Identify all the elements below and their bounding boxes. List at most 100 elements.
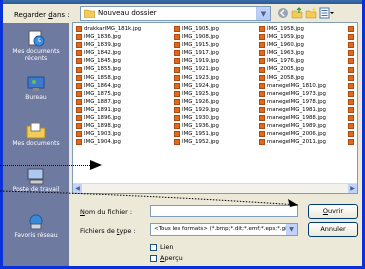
list-item[interactable]: IMG_1915.jpg bbox=[174, 41, 219, 49]
list-item[interactable]: IMG_1929.jpg bbox=[174, 106, 219, 114]
place-label: Mes documents récents bbox=[12, 48, 60, 62]
file-column-1: drakkarIMG_181k.jpg IMG_1836.jpg IMG_183… bbox=[76, 25, 141, 146]
place-network[interactable]: Favoris réseau bbox=[3, 213, 69, 239]
place-my-documents[interactable]: Mes documents bbox=[3, 121, 69, 147]
file-list[interactable]: drakkarIMG_181k.jpg IMG_1836.jpg IMG_183… bbox=[72, 22, 358, 194]
list-item[interactable]: IMG_1908.jpg bbox=[174, 33, 219, 41]
list-item[interactable]: IMG_1936.jpg bbox=[174, 122, 219, 130]
jpeg-file-icon bbox=[174, 98, 180, 105]
my-documents-icon bbox=[26, 122, 46, 139]
recent-documents-icon bbox=[28, 30, 45, 47]
chevron-down-icon[interactable]: ▼ bbox=[256, 7, 270, 20]
list-item[interactable]: IMG_1842.jpg bbox=[76, 49, 141, 57]
jpeg-file-icon bbox=[348, 50, 354, 57]
jpeg-file-icon bbox=[76, 90, 82, 97]
list-item[interactable]: IMG_1898.jpg bbox=[76, 122, 141, 130]
jpeg-file-icon bbox=[348, 115, 354, 122]
list-item[interactable]: IMG_1887.jpg bbox=[76, 98, 141, 106]
link-checkbox[interactable]: Lien bbox=[150, 243, 174, 251]
list-item[interactable]: IMG_1919.jpg bbox=[174, 57, 219, 65]
title-bar bbox=[0, 0, 365, 4]
checkbox-box[interactable] bbox=[150, 254, 157, 262]
list-item[interactable]: IMG_1963.jpg bbox=[259, 49, 326, 57]
list-item[interactable]: IMG_1891.jpg bbox=[76, 106, 141, 114]
jpeg-file-icon bbox=[174, 123, 180, 130]
list-item bbox=[348, 130, 356, 138]
jpeg-file-icon bbox=[348, 42, 354, 49]
list-item[interactable]: manegeIMG_1981.jpg bbox=[259, 106, 326, 114]
list-item[interactable]: IMG_1845.jpg bbox=[76, 57, 141, 65]
cancel-button[interactable]: Annuler bbox=[308, 222, 358, 237]
list-item[interactable]: manegeIMG_2006.jpg bbox=[259, 130, 326, 138]
jpeg-file-icon bbox=[259, 123, 265, 130]
list-item[interactable]: IMG_1858.jpg bbox=[76, 74, 141, 82]
list-item[interactable]: IMG_1952.jpg bbox=[174, 138, 219, 146]
jpeg-file-icon bbox=[76, 115, 82, 122]
place-recent-documents[interactable]: Mes documents récents bbox=[3, 29, 69, 62]
list-item[interactable]: IMG_1930.jpg bbox=[174, 114, 219, 122]
list-item[interactable]: IMG_1921.jpg bbox=[174, 65, 219, 73]
jpeg-file-icon bbox=[76, 26, 82, 33]
list-item bbox=[348, 49, 356, 57]
list-item[interactable]: manegeIMG_1973.jpg bbox=[259, 90, 326, 98]
list-item[interactable]: manegeIMG_1978.jpg bbox=[259, 98, 326, 106]
list-item[interactable]: IMG_1959.jpg bbox=[259, 33, 326, 41]
up-folder-icon[interactable] bbox=[291, 7, 303, 19]
list-item[interactable]: IMG_1855.jpg bbox=[76, 65, 141, 73]
place-desktop[interactable]: Bureau bbox=[3, 75, 69, 101]
open-button[interactable]: Ouvrir bbox=[308, 204, 358, 219]
list-item[interactable]: manegeIMG_1810.jpg bbox=[259, 82, 326, 90]
scroll-right-icon[interactable]: ▶ bbox=[348, 184, 357, 193]
list-item[interactable]: IMG_1926.jpg bbox=[174, 98, 219, 106]
jpeg-file-icon bbox=[174, 34, 180, 41]
list-item[interactable]: IMG_1923.jpg bbox=[174, 74, 219, 82]
jpeg-file-icon bbox=[174, 106, 180, 113]
list-item[interactable]: IMG_1960.jpg bbox=[259, 41, 326, 49]
list-item[interactable]: manegeIMG_1988.jpg bbox=[259, 114, 326, 122]
list-item[interactable]: IMG_1925.jpg bbox=[174, 90, 219, 98]
back-icon[interactable] bbox=[277, 7, 289, 19]
list-item[interactable]: IMG_1839.jpg bbox=[76, 41, 141, 49]
checkbox-box[interactable] bbox=[150, 243, 157, 251]
jpeg-file-icon bbox=[259, 66, 265, 73]
filetype-select[interactable]: <Tous les formats> (*.bmp;*.dit;*.emf;*.… bbox=[150, 223, 298, 236]
list-item[interactable]: IMG_2058.jpg bbox=[259, 74, 326, 82]
list-item[interactable]: IMG_1976.jpg bbox=[259, 57, 326, 65]
view-menu-icon[interactable] bbox=[319, 7, 335, 19]
jpeg-file-icon bbox=[348, 74, 354, 81]
new-folder-icon[interactable] bbox=[305, 7, 317, 19]
jpeg-file-icon bbox=[259, 50, 265, 57]
jpeg-file-icon bbox=[259, 90, 265, 97]
list-item[interactable]: drakkarIMG_181k.jpg bbox=[76, 25, 141, 33]
jpeg-file-icon bbox=[259, 106, 265, 113]
list-item[interactable]: IMG_1917.jpg bbox=[174, 49, 219, 57]
list-item[interactable]: IMG_1924.jpg bbox=[174, 82, 219, 90]
list-item bbox=[348, 114, 356, 122]
list-item[interactable]: IMG_2005.jpg bbox=[259, 65, 326, 73]
list-item[interactable]: manegeIMG_1989.jpg bbox=[259, 122, 326, 130]
list-item bbox=[348, 65, 356, 73]
list-item[interactable]: IMG_1958.jpg bbox=[259, 25, 326, 33]
jpeg-file-icon bbox=[348, 34, 354, 41]
jpeg-file-icon bbox=[174, 90, 180, 97]
list-item[interactable]: IMG_1905.jpg bbox=[174, 25, 219, 33]
list-item bbox=[348, 138, 356, 146]
jpeg-file-icon bbox=[348, 82, 354, 89]
jpeg-file-icon bbox=[76, 34, 82, 41]
list-item[interactable]: IMG_1836.jpg bbox=[76, 33, 141, 41]
preview-checkbox[interactable]: Aperçu bbox=[150, 254, 183, 262]
lookin-label: Regarder dans : bbox=[14, 11, 70, 19]
list-item bbox=[348, 41, 356, 49]
list-item[interactable]: IMG_1875.jpg bbox=[76, 90, 141, 98]
list-item[interactable]: IMG_1904.jpg bbox=[76, 138, 141, 146]
chevron-down-icon[interactable]: ▼ bbox=[286, 224, 297, 235]
list-item[interactable]: IMG_1864.jpg bbox=[76, 82, 141, 90]
annotation-arrow-icon bbox=[90, 160, 102, 170]
list-item[interactable]: IMG_1896.jpg bbox=[76, 114, 141, 122]
lookin-combobox[interactable]: Nouveau dossier ▼ bbox=[80, 6, 271, 21]
jpeg-file-icon bbox=[76, 98, 82, 105]
list-item[interactable]: IMG_1951.jpg bbox=[174, 130, 219, 138]
list-item[interactable]: IMG_1903.jpg bbox=[76, 130, 141, 138]
list-item[interactable]: manegeIMG_2011.jpg bbox=[259, 138, 326, 146]
jpeg-file-icon bbox=[259, 115, 265, 122]
